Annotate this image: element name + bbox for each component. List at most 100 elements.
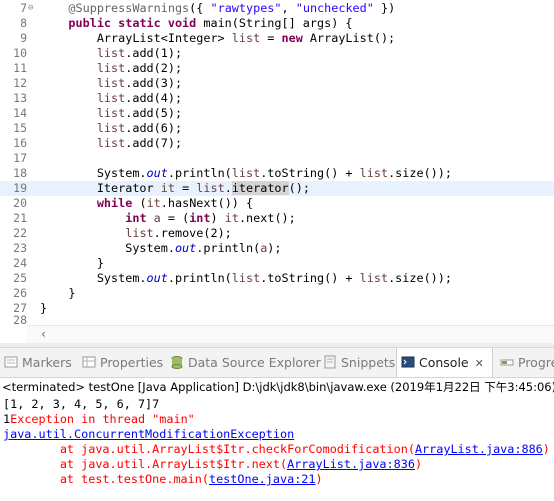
line-number: 26 xyxy=(13,286,27,300)
line-number: 10 xyxy=(13,46,27,60)
line-number: 13 xyxy=(13,91,27,105)
tab-properties[interactable]: Properties xyxy=(82,348,163,377)
code-text: while (it.hasNext()) { xyxy=(96,196,254,210)
markers-icon xyxy=(4,350,18,368)
code-line: 25 System.out.println(list.toString() + … xyxy=(0,271,554,286)
tab-snippets[interactable]: Snippets xyxy=(323,348,395,377)
source-link[interactable]: testOne.java:21 xyxy=(209,472,316,486)
trace-text: ) xyxy=(542,442,550,456)
code-text: Iterator it = list.iterator(); xyxy=(40,181,310,195)
tab-progress[interactable]: Progre xyxy=(500,348,554,377)
code-line-current: 19 Iterator it = list.iterator(); xyxy=(0,181,554,196)
stack-trace-line: at java.util.ArrayList$Itr.checkForComod… xyxy=(3,442,550,457)
code-line: 9 ArrayList<Integer> list = new ArrayLis… xyxy=(0,31,554,46)
horizontal-scrollbar[interactable]: ‹ xyxy=(27,325,554,343)
line-number: 25 xyxy=(13,271,27,285)
console-output[interactable]: [1, 2, 3, 4, 5, 6, 7]7 1Exception in thr… xyxy=(0,396,554,501)
code-line: 8 public static void main(String[] args)… xyxy=(0,16,554,31)
code-line: 24 } xyxy=(0,256,554,271)
database-icon xyxy=(170,350,184,369)
line-number: 9 xyxy=(20,31,27,45)
code-line: 26 } xyxy=(0,286,554,301)
code-line: 17 xyxy=(0,151,554,166)
trace-text: at test.testOne.main( xyxy=(3,472,209,486)
tab-label: Console xyxy=(419,355,469,370)
code-text: list.remove(2); xyxy=(125,226,232,240)
code-text: list.add(4); xyxy=(96,91,183,105)
code-line: 13 list.add(4); xyxy=(0,91,554,106)
stdout-line: [1, 2, 3, 4, 5, 6, 7]7 xyxy=(3,397,160,411)
code-text: @SuppressWarnings({ "rawtypes", "uncheck… xyxy=(68,1,396,15)
line-number: 16 xyxy=(13,136,27,150)
code-text: list.add(1); xyxy=(96,46,183,60)
code-line: 23 System.out.println(a); xyxy=(0,241,554,256)
code-line: 22 list.remove(2); xyxy=(0,226,554,241)
line-number: 23 xyxy=(13,241,27,255)
tab-label: Data Source Explorer xyxy=(188,355,321,370)
code-line: 21 int a = (int) it.next(); xyxy=(0,211,554,226)
code-line: 7 ⊖ @SuppressWarnings({ "rawtypes", "unc… xyxy=(0,1,554,16)
tab-console[interactable]: Console ✕ xyxy=(396,348,493,377)
tab-data-source-explorer[interactable]: Data Source Explorer xyxy=(170,348,321,377)
line-number: 8 xyxy=(20,16,27,30)
code-line: 10 list.add(1); xyxy=(0,46,554,61)
code-text: list.add(3); xyxy=(96,76,183,90)
code-text: public static void main(String[] args) { xyxy=(68,16,353,30)
line-number: 22 xyxy=(13,226,27,240)
code-line: 16 list.add(7); xyxy=(0,136,554,151)
exception-link[interactable]: java.util.ConcurrentModificationExceptio… xyxy=(3,427,294,442)
code-text: System.out.println(list.toString() + lis… xyxy=(40,166,452,180)
line-number: 28 xyxy=(13,313,27,327)
code-text: ArrayList<Integer> list = new ArrayList(… xyxy=(40,31,396,45)
trace-text: ) xyxy=(315,472,323,486)
line-number: 19 xyxy=(13,181,27,195)
stack-trace-line: at test.testOne.main(testOne.java:21) xyxy=(3,472,323,487)
code-text: list.add(5); xyxy=(96,106,183,120)
code-text: } xyxy=(40,286,76,300)
snippets-icon xyxy=(323,350,337,369)
stack-trace-line: at java.util.ArrayList$Itr.next(ArrayLis… xyxy=(3,457,422,472)
tab-markers[interactable]: Markers xyxy=(4,348,72,377)
trace-text: ) xyxy=(414,457,423,471)
close-icon[interactable]: ✕ xyxy=(475,357,484,370)
source-link[interactable]: ArrayList.java:886 xyxy=(415,442,543,456)
console-status: <terminated> testOne [Java Application] … xyxy=(2,380,554,394)
tab-label: Properties xyxy=(100,355,164,370)
source-link[interactable]: ArrayList.java:836 xyxy=(287,457,415,471)
trace-text: at java.util.ArrayList$Itr.checkForComod… xyxy=(3,442,415,456)
tab-label: Markers xyxy=(22,355,72,370)
trace-text: at java.util.ArrayList$Itr.next( xyxy=(3,457,288,471)
progress-icon xyxy=(500,350,514,366)
line-number: 17 xyxy=(13,151,27,165)
code-text: int a = (int) it.next(); xyxy=(125,211,296,225)
code-text: list.add(6); xyxy=(96,121,183,135)
line-number: 20 xyxy=(13,196,27,210)
code-line: 20 while (it.hasNext()) { xyxy=(0,196,554,211)
line-number: 14 xyxy=(13,106,27,120)
code-text: System.out.println(list.toString() + lis… xyxy=(40,271,452,285)
console-icon xyxy=(401,350,415,368)
stderr-line: 1Exception in thread "main" xyxy=(3,412,202,427)
line-number: 18 xyxy=(13,166,27,180)
code-line: 18 System.out.println(list.toString() + … xyxy=(0,166,554,181)
view-tab-bar: Markers Properties Data Source Explorer … xyxy=(0,347,554,378)
line-number: 24 xyxy=(13,256,27,270)
code-text: } xyxy=(40,256,104,270)
code-text: list.add(2); xyxy=(96,61,183,75)
code-line: 11 list.add(2); xyxy=(0,61,554,76)
stderr-fragment: Exception in thread "main" xyxy=(10,412,202,426)
tab-label: Progre xyxy=(518,355,554,370)
line-number: 15 xyxy=(13,121,27,135)
code-text: System.out.println(a); xyxy=(40,241,282,255)
line-number: 12 xyxy=(13,76,27,90)
code-line: 12 list.add(3); xyxy=(0,76,554,91)
code-editor[interactable]: 7 ⊖ @SuppressWarnings({ "rawtypes", "unc… xyxy=(0,0,554,343)
code-text: list.add(7); xyxy=(96,136,183,150)
tab-label: Snippets xyxy=(341,355,396,370)
line-number: 21 xyxy=(13,211,27,225)
scroll-left-icon[interactable]: ‹ xyxy=(40,326,47,342)
code-line: 15 list.add(6); xyxy=(0,121,554,136)
line-number: 11 xyxy=(13,61,27,75)
code-line: 14 list.add(5); xyxy=(0,106,554,121)
fold-marker-icon[interactable]: ⊖ xyxy=(28,1,33,16)
